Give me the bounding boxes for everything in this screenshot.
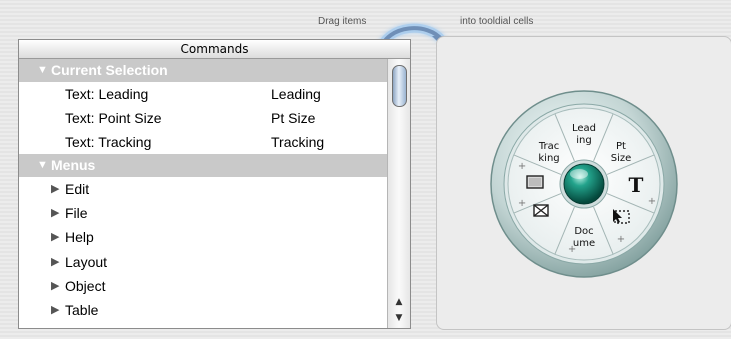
command-short-label: Tracking xyxy=(271,134,325,150)
dial-label-line: Size xyxy=(611,153,632,164)
disclosure-triangle-closed-icon[interactable]: ▶ xyxy=(51,177,59,201)
disclosure-triangle-closed-icon[interactable]: ▶ xyxy=(51,274,59,298)
disclosure-triangle-open-icon[interactable]: ▼ xyxy=(37,59,48,82)
dial-label-line: Pt xyxy=(616,141,626,152)
scroll-thumb[interactable] xyxy=(392,65,407,107)
group-label: Menus xyxy=(51,157,96,173)
commands-list: ▼ Current Selection Text: Leading Leadin… xyxy=(19,59,388,322)
dial-label-line: ume xyxy=(573,238,595,249)
vertical-scrollbar[interactable]: ▲ ▼ xyxy=(387,59,410,328)
disclosure-triangle-closed-icon[interactable]: ▶ xyxy=(51,298,59,322)
tool-dial: Lead ing Pt Size T + + Doc ume + + Trac … xyxy=(490,90,678,278)
command-short-label: Leading xyxy=(271,86,321,102)
menu-item-label: File xyxy=(65,205,88,222)
list-item[interactable]: ▶ Help xyxy=(19,225,388,249)
group-current-selection[interactable]: ▼ Current Selection xyxy=(19,59,388,82)
add-marker: + xyxy=(518,161,526,172)
command-short-label: Pt Size xyxy=(271,110,316,126)
list-item[interactable]: ▶ Layout xyxy=(19,250,388,274)
menu-item-label: Edit xyxy=(65,181,90,197)
disclosure-triangle-closed-icon[interactable]: ▶ xyxy=(51,225,59,249)
menu-item-label: Table xyxy=(65,301,99,318)
drag-hint-right: into tooldial cells xyxy=(460,16,534,27)
dial-label-line: ing xyxy=(576,135,591,146)
command-name: Text: Leading xyxy=(65,86,149,102)
add-marker: + xyxy=(617,234,625,245)
command-name: Text: Point Size xyxy=(65,110,162,126)
dial-label-line: king xyxy=(538,153,559,164)
dial-segment-left[interactable] xyxy=(526,175,544,189)
disclosure-triangle-closed-icon[interactable]: ▶ xyxy=(51,201,59,225)
disclosure-triangle-closed-icon[interactable]: ▶ xyxy=(51,250,59,274)
dial-label-line: Doc xyxy=(574,226,593,237)
list-item[interactable]: ▶ Object xyxy=(19,274,388,298)
list-item[interactable]: Text: Point Size Pt Size xyxy=(19,106,388,130)
list-item[interactable]: ▶ Edit xyxy=(19,177,388,201)
drag-hint-left: Drag items xyxy=(318,16,367,27)
frame-icon xyxy=(526,175,544,189)
scroll-up-arrow-icon[interactable]: ▲ xyxy=(388,294,410,310)
list-item[interactable]: Text: Tracking Tracking xyxy=(19,130,388,154)
list-item[interactable]: ▶ Table xyxy=(19,298,388,322)
group-label: Current Selection xyxy=(51,62,168,78)
menu-item-label: Layout xyxy=(65,253,108,270)
envelope-icon xyxy=(533,204,549,217)
add-marker: + xyxy=(518,198,526,209)
add-marker: + xyxy=(648,196,656,207)
disclosure-triangle-open-icon[interactable]: ▼ xyxy=(37,154,48,177)
menu-item-label: Object xyxy=(65,277,106,294)
commands-list-panel: Commands ▼ Current Selection Text: Leadi… xyxy=(18,39,411,329)
dial-label-line: Lead xyxy=(572,123,596,134)
group-menus[interactable]: ▼ Menus xyxy=(19,154,388,177)
dial-label-line: Trac xyxy=(538,141,559,152)
text-T-icon: T xyxy=(629,173,644,197)
list-item[interactable]: Text: Leading Leading xyxy=(19,82,388,106)
add-marker: + xyxy=(568,244,576,255)
command-name: Text: Tracking xyxy=(65,134,152,150)
menu-item-label: Help xyxy=(65,229,94,246)
list-item[interactable]: ▶ File xyxy=(19,201,388,225)
commands-column-header[interactable]: Commands xyxy=(19,40,410,59)
scroll-down-arrow-icon[interactable]: ▼ xyxy=(388,310,410,326)
